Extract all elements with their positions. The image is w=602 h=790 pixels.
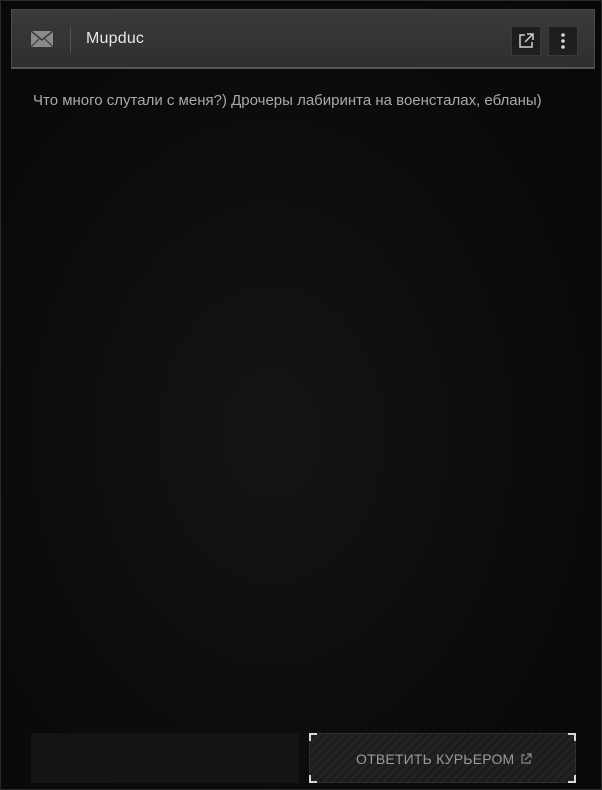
reply-button-label: ОТВЕТИТЬ КУРЬЕРОМ xyxy=(356,751,515,767)
message-header: Mupduc xyxy=(11,9,595,69)
more-options-button[interactable] xyxy=(548,26,578,56)
external-link-icon xyxy=(521,753,532,764)
reply-by-courier-button[interactable]: ОТВЕТИТЬ КУРЬЕРОМ xyxy=(309,733,576,783)
sender-name: Mupduc xyxy=(86,30,145,47)
open-external-button[interactable] xyxy=(511,26,541,56)
external-link-icon xyxy=(519,33,534,48)
message-text: Что много слутали с меня?) Дрочеры лабир… xyxy=(33,92,542,109)
mail-icon xyxy=(30,30,54,48)
message-window: Mupduc Что много слутали с меня?) Дрочер… xyxy=(0,0,602,790)
corner-marker xyxy=(309,775,317,783)
corner-marker xyxy=(309,733,317,741)
corner-marker xyxy=(568,775,576,783)
more-vertical-icon xyxy=(561,33,565,49)
corner-marker xyxy=(568,733,576,741)
reply-input[interactable] xyxy=(31,733,299,783)
header-divider xyxy=(70,27,71,53)
